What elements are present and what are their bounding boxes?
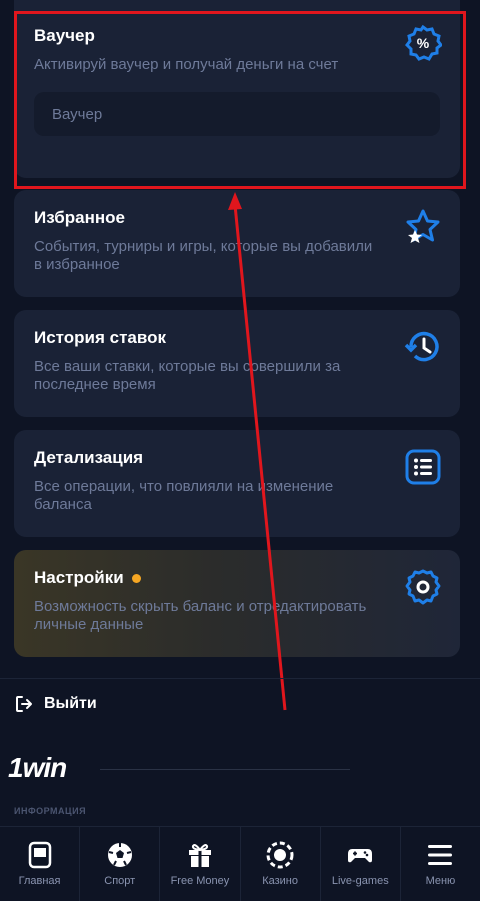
bottom-nav: Главная Спорт Free Money Казино Live-gam… [0,826,480,901]
home-icon [28,841,51,869]
nav-live-games[interactable]: Live-games [321,827,401,901]
nav-home-label: Главная [18,875,61,887]
nav-sport-label: Спорт [104,875,136,887]
brand-logo: 1win [8,752,67,783]
nav-free-money-label: Free Money [170,875,230,887]
nav-menu-label: Меню [425,875,456,887]
nav-menu[interactable]: Меню [401,827,480,901]
nav-home[interactable]: Главная [0,827,81,901]
info-heading: ИНФОРМАЦИЯ [14,806,87,816]
menu-icon [428,845,453,865]
nav-casino[interactable]: Казино [241,827,321,901]
annotation-arrow [228,192,287,711]
soccer-ball-icon [107,843,132,867]
divider [0,678,480,679]
gamepad-icon [348,849,373,863]
gift-icon [188,844,211,867]
logout-icon [16,696,32,712]
nav-sport[interactable]: Спорт [80,827,161,901]
nav-free-money[interactable]: Free Money [160,827,241,901]
nav-live-games-label: Live-games [331,875,389,887]
logout-label: Выйти [44,695,97,712]
logout-button[interactable]: Выйти [14,694,97,714]
casino-chip-icon [266,841,294,869]
logo-divider [100,769,350,770]
nav-casino-label: Казино [262,875,298,887]
